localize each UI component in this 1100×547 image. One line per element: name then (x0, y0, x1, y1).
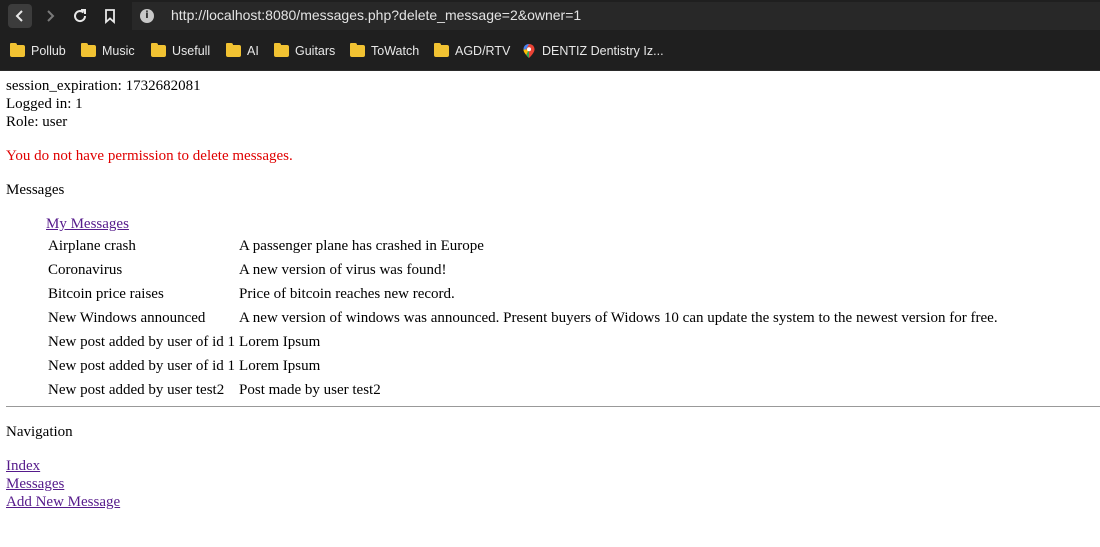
folder-icon (226, 43, 241, 57)
message-content: Lorem Ipsum (239, 357, 321, 374)
folder-icon (81, 43, 96, 57)
message-content: A new version of virus was found! (239, 261, 447, 278)
nav-link-index[interactable]: Index (6, 458, 40, 474)
messages-heading: Messages (6, 182, 65, 198)
bookmark-label: DENTIZ Dentistry Iz... (542, 44, 664, 58)
divider (6, 406, 1100, 407)
bookmark-towatch[interactable]: ToWatch (350, 42, 419, 60)
session-expiration: session_expiration: 1732682081 (6, 78, 201, 94)
bookmark-label: Pollub (31, 44, 66, 58)
message-content: A passenger plane has crashed in Europe (239, 237, 484, 254)
logged-in-status: Logged in: 1 (6, 96, 83, 112)
bookmark-guitars[interactable]: Guitars (274, 42, 335, 60)
table-row: New post added by user of id 1 Lorem Ipsu… (47, 331, 999, 353)
table-row: Airplane crash A passenger plane has cras… (47, 235, 999, 257)
messages-table: My Messages Airplane crash A passenger pl… (45, 216, 1001, 403)
bookmark-icon (105, 9, 115, 24)
message-content: Price of bitcoin reaches new record. (239, 285, 455, 302)
user-role: Role: user (6, 114, 68, 130)
nav-link-messages[interactable]: Messages (6, 476, 64, 492)
bookmark-page-button[interactable] (98, 4, 122, 28)
address-url[interactable]: http://localhost:8080/messages.php?delet… (171, 7, 581, 23)
message-title: Bitcoin price raises (48, 285, 164, 302)
bookmark-dentiz[interactable]: DENTIZ Dentistry Iz... (522, 42, 664, 60)
folder-icon (274, 43, 289, 57)
bookmark-agd-rtv[interactable]: AGD/RTV (434, 42, 510, 60)
back-button[interactable] (8, 4, 32, 28)
folder-icon (151, 43, 166, 57)
bookmark-label: AGD/RTV (455, 44, 511, 58)
folder-icon (350, 43, 365, 57)
navigation-heading: Navigation (6, 424, 73, 440)
bookmark-label: Usefull (172, 44, 211, 58)
error-message: You do not have permission to delete mes… (6, 148, 293, 164)
bookmark-usefull[interactable]: Usefull (151, 42, 210, 60)
bookmark-music[interactable]: Music (81, 42, 135, 60)
message-content: A new version of windows was announced. … (239, 309, 998, 326)
nav-link-add-new-message[interactable]: Add New Message (6, 494, 120, 510)
message-content: Post made by user test2 (239, 381, 381, 398)
reload-button[interactable] (68, 4, 92, 28)
bookmark-pollub[interactable]: Pollub (10, 42, 66, 60)
bookmark-label: Music (102, 44, 135, 58)
arrow-left-icon (15, 10, 23, 22)
message-title: New post added by user test2 (48, 381, 225, 398)
bookmarks-bar: Pollub Music Usefull AI Guitars ToWatch … (0, 32, 1100, 71)
message-title: New post added by user of id 1 (48, 333, 236, 350)
folder-icon (10, 43, 25, 57)
site-info-icon[interactable]: i (140, 9, 154, 23)
bookmark-label: ToWatch (371, 44, 420, 58)
messages-table-body: Airplane crash A passenger plane has cras… (47, 235, 999, 401)
forward-button[interactable] (38, 4, 62, 28)
table-row: New post added by user test2 Post made by… (47, 379, 999, 401)
table-row: Coronavirus A new version of virus was fo… (47, 259, 999, 281)
message-content: Lorem Ipsum (239, 333, 321, 350)
reload-icon (74, 9, 87, 23)
table-row: New Windows announced A new version of wi… (47, 307, 999, 329)
message-title: New post added by user of id 1 (48, 357, 236, 374)
arrow-right-icon (47, 10, 55, 22)
messages-caption: My Messages (45, 216, 1001, 233)
bookmark-ai[interactable]: AI (226, 42, 259, 60)
message-title: Airplane crash (48, 237, 136, 254)
table-row: Bitcoin price raises Price of bitcoin rea… (47, 283, 999, 305)
message-title: New Windows announced (48, 309, 206, 326)
bookmark-label: AI (247, 44, 259, 58)
map-pin-icon (523, 44, 535, 58)
browser-toolbar: i http://localhost:8080/messages.php?del… (0, 0, 1100, 32)
folder-icon (434, 43, 449, 57)
table-row: New post added by user of id 1 Lorem Ipsu… (47, 355, 999, 377)
bookmark-label: Guitars (295, 44, 336, 58)
my-messages-link[interactable]: My Messages (46, 216, 129, 232)
message-title: Coronavirus (48, 261, 123, 278)
